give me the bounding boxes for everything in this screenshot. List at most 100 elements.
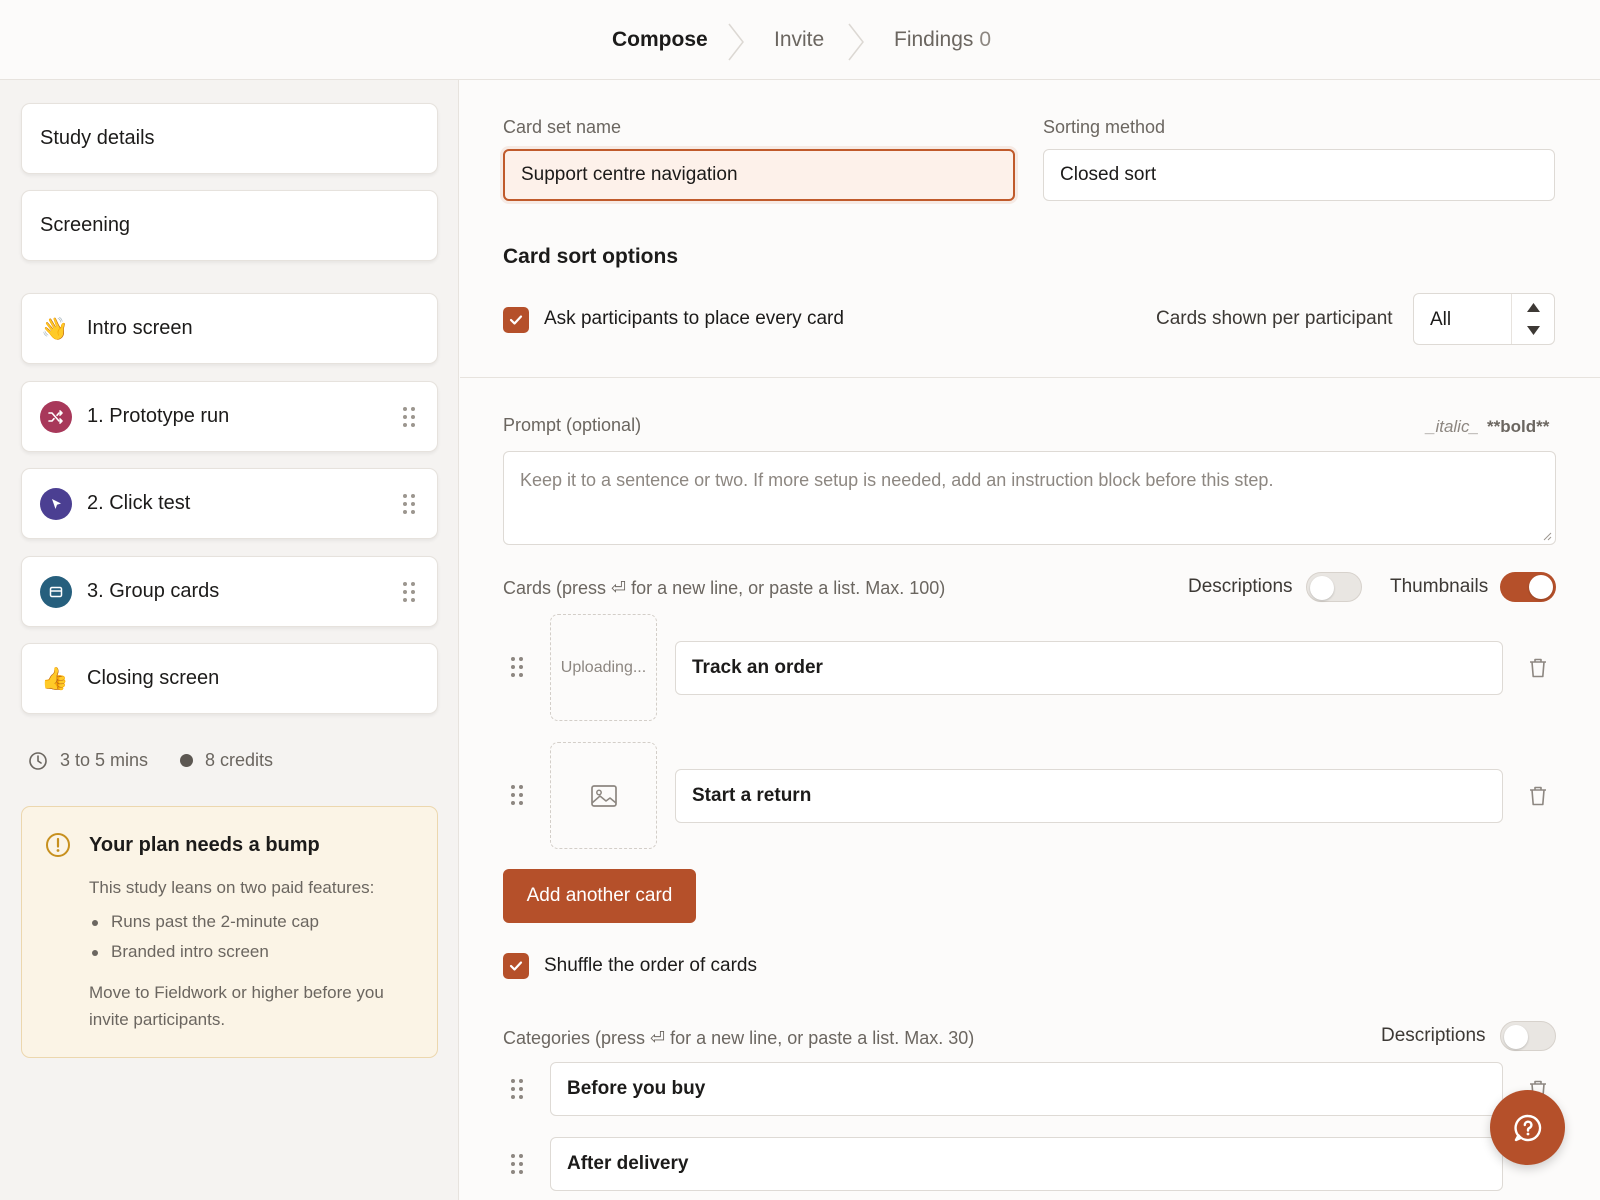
- prompt-placeholder: Keep it to a sentence or two. If more se…: [520, 470, 1274, 490]
- trash-icon[interactable]: [1527, 656, 1549, 680]
- upgrade-title: Your plan needs a bump: [89, 834, 320, 856]
- category-input[interactable]: Before you buy: [550, 1062, 1503, 1116]
- toggle-knob: [1529, 575, 1553, 599]
- sidebar-item-label: 1. Prototype run: [87, 405, 230, 427]
- sidebar-item-label: Closing screen: [87, 667, 220, 689]
- list-item: Runs past the 2-minute cap: [89, 907, 319, 937]
- step-invite-label: Invite: [774, 28, 825, 51]
- sidebar-item-label: Intro screen: [87, 317, 193, 339]
- category-descriptions-toggle[interactable]: [1500, 1021, 1556, 1051]
- italic-format-hint: _italic_: [1426, 417, 1479, 436]
- stepper-buttons: [1511, 294, 1554, 344]
- drag-handle-icon[interactable]: [403, 582, 415, 602]
- step-compose[interactable]: Compose: [612, 28, 708, 52]
- sidebar-item-label: 2. Click test: [87, 492, 191, 514]
- drag-handle-icon[interactable]: [511, 657, 525, 679]
- sidebar-item-label: 3. Group cards: [87, 580, 220, 602]
- cards-per-participant-label: Cards shown per participant: [1156, 308, 1393, 329]
- list-item: Branded intro screen: [89, 937, 319, 967]
- shuffle-icon: [40, 400, 72, 433]
- sorting-method-label: Sorting method: [1043, 117, 1166, 137]
- sidebar-item-group-cards[interactable]: 3. Group cards: [21, 556, 438, 627]
- card-set-name-value: Support centre navigation: [521, 164, 738, 185]
- category-input[interactable]: After delivery: [550, 1137, 1503, 1191]
- step-findings[interactable]: Findings 0: [894, 28, 991, 52]
- help-chat-icon: [1513, 1114, 1541, 1141]
- card-sort-options-title: Card sort options: [503, 245, 679, 268]
- place-every-card-label: Ask participants to place every card: [544, 308, 844, 329]
- card-thumbnail-uploading[interactable]: Uploading...: [550, 614, 657, 721]
- help-button[interactable]: [1490, 1090, 1565, 1165]
- check-icon: [509, 315, 523, 325]
- sidebar-item-click-test[interactable]: 2. Click test: [21, 468, 438, 539]
- card-label: Track an order: [692, 657, 823, 678]
- toggle-knob: [1310, 576, 1334, 600]
- add-another-card-label: Add another card: [526, 885, 673, 906]
- card-descriptions-toggle[interactable]: [1306, 572, 1362, 602]
- arrow-down-icon[interactable]: [1527, 326, 1540, 335]
- card-input[interactable]: Start a return: [675, 769, 1503, 823]
- sidebar-item-label: Screening: [40, 214, 131, 236]
- cards-per-participant-stepper[interactable]: All: [1413, 293, 1555, 345]
- duration-text: 3 to 5 mins: [60, 750, 149, 770]
- sidebar-item-prototype-run[interactable]: 1. Prototype run: [21, 381, 438, 452]
- cards-icon: [40, 575, 72, 608]
- warning-icon: [46, 833, 70, 857]
- image-icon: [590, 784, 617, 807]
- category-label: After delivery: [567, 1153, 689, 1174]
- drag-handle-icon[interactable]: [403, 407, 415, 427]
- waving-hand-icon: 👋: [41, 315, 69, 341]
- step-findings-label: Findings: [894, 28, 974, 51]
- cards-label: Cards (press ⏎ for a new line, or paste …: [503, 578, 946, 598]
- sorting-method-select[interactable]: Closed sort: [1043, 149, 1555, 201]
- drag-handle-icon[interactable]: [511, 785, 525, 807]
- findings-count: 0: [979, 28, 992, 51]
- resize-handle-icon[interactable]: [1542, 531, 1552, 541]
- drag-handle-icon[interactable]: [511, 1154, 525, 1176]
- upgrade-notice: Your plan needs a bump This study leans …: [21, 806, 438, 1058]
- clock-icon: [29, 751, 47, 770]
- place-every-card-checkbox[interactable]: [503, 307, 529, 333]
- sidebar-item-intro-screen[interactable]: 👋 Intro screen: [21, 293, 438, 364]
- sidebar-item-screening[interactable]: Screening: [21, 190, 438, 261]
- add-another-card-button[interactable]: Add another card: [503, 869, 696, 923]
- top-stepper-bar: Compose Invite Findings 0: [0, 0, 1600, 80]
- study-credits: 8 credits: [180, 750, 273, 771]
- thumbs-up-icon: 👍: [41, 665, 69, 691]
- cursor-icon: [40, 487, 72, 520]
- card-thumbnail-empty[interactable]: [550, 742, 657, 849]
- card-label: Start a return: [692, 785, 812, 806]
- sidebar-item-study-details[interactable]: Study details: [21, 103, 438, 174]
- category-descriptions-label: Descriptions: [1381, 1025, 1486, 1046]
- shuffle-cards-checkbox[interactable]: [503, 953, 529, 979]
- sidebar-item-closing-screen[interactable]: 👍 Closing screen: [21, 643, 438, 714]
- upgrade-footer: Move to Fieldwork or higher before you i…: [89, 983, 384, 1029]
- upgrade-feature-list: Runs past the 2-minute cap Branded intro…: [89, 907, 319, 967]
- upgrade-body: This study leans on two paid features:: [89, 878, 375, 897]
- chevron-right-icon: [728, 23, 744, 61]
- bold-format-hint: **bold**: [1487, 417, 1550, 436]
- toggle-knob: [1504, 1025, 1528, 1049]
- thumbnails-toggle[interactable]: [1500, 572, 1556, 602]
- prompt-label: Prompt (optional): [503, 415, 642, 435]
- drag-handle-icon[interactable]: [511, 1079, 525, 1101]
- uploading-text: Uploading...: [560, 658, 647, 676]
- step-invite[interactable]: Invite: [774, 28, 824, 52]
- study-duration: 3 to 5 mins: [28, 750, 148, 771]
- cards-per-participant-value: All: [1430, 309, 1452, 330]
- card-set-name-label: Card set name: [503, 117, 622, 137]
- card-set-name-input[interactable]: Support centre navigation: [503, 149, 1015, 201]
- thumbnails-label: Thumbnails: [1390, 576, 1489, 597]
- arrow-up-icon[interactable]: [1527, 303, 1540, 312]
- section-divider: [460, 377, 1600, 378]
- trash-icon[interactable]: [1527, 784, 1549, 808]
- step-compose-label: Compose: [612, 28, 708, 51]
- prompt-textarea[interactable]: Keep it to a sentence or two. If more se…: [503, 451, 1556, 545]
- drag-handle-icon[interactable]: [403, 494, 415, 514]
- shuffle-cards-label: Shuffle the order of cards: [544, 955, 757, 976]
- check-icon: [509, 961, 523, 971]
- sidebar-item-label: Study details: [40, 127, 155, 149]
- credits-text: 8 credits: [205, 750, 274, 770]
- card-input[interactable]: Track an order: [675, 641, 1503, 695]
- card-descriptions-label: Descriptions: [1188, 576, 1293, 597]
